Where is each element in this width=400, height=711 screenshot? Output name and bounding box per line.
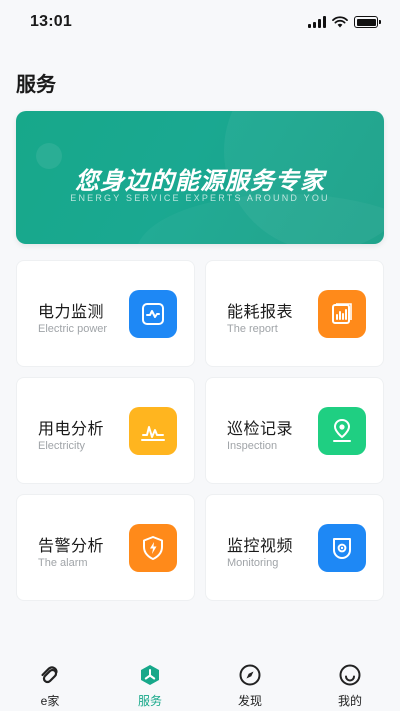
tab-bar: e家 服务 发现 我的 bbox=[0, 655, 400, 711]
service-subtitle: The report bbox=[227, 323, 278, 335]
service-subtitle: The alarm bbox=[38, 557, 88, 569]
status-icons bbox=[308, 16, 381, 28]
service-subtitle: Inspection bbox=[227, 440, 278, 452]
location-pin-icon bbox=[318, 407, 366, 455]
banner[interactable]: 您身边的能源服务专家 ENERGY SERVICE EXPERTS AROUND… bbox=[16, 111, 384, 244]
status-bar: 13:01 bbox=[0, 0, 400, 44]
monitor-wave-icon bbox=[129, 290, 177, 338]
camera-icon bbox=[318, 524, 366, 572]
tab-home[interactable]: e家 bbox=[0, 655, 100, 709]
service-title: 监控视频 bbox=[227, 538, 294, 555]
service-subtitle: Electricity bbox=[38, 440, 86, 452]
service-title: 巡检记录 bbox=[227, 421, 294, 438]
service-card-alarm[interactable]: 告警分析 The alarm bbox=[16, 494, 195, 601]
home-link-icon bbox=[38, 663, 62, 687]
service-title: 告警分析 bbox=[38, 538, 105, 555]
banner-title: 您身边的能源服务专家 bbox=[75, 168, 325, 195]
tab-service[interactable]: 服务 bbox=[100, 655, 200, 709]
service-title: 能耗报表 bbox=[227, 304, 294, 321]
banner-subtitle: ENERGY SERVICE EXPERTS AROUND YOU bbox=[70, 193, 330, 203]
page-title: 服务 bbox=[16, 74, 56, 96]
tab-label: 服务 bbox=[137, 694, 162, 708]
analysis-chart-icon bbox=[129, 407, 177, 455]
service-hex-icon bbox=[138, 663, 162, 687]
report-chart-icon bbox=[318, 290, 366, 338]
tab-label: 发现 bbox=[237, 694, 262, 708]
shield-lightning-icon bbox=[129, 524, 177, 572]
tab-discover[interactable]: 发现 bbox=[200, 655, 300, 709]
tab-mine[interactable]: 我的 bbox=[300, 655, 400, 709]
service-subtitle: Electric power bbox=[38, 323, 108, 335]
wifi-icon bbox=[332, 16, 348, 28]
tab-label: e家 bbox=[40, 694, 60, 708]
service-card-inspection[interactable]: 巡检记录 Inspection bbox=[205, 377, 384, 484]
service-title: 电力监测 bbox=[38, 304, 105, 321]
service-card-monitoring[interactable]: 监控视频 Monitoring bbox=[205, 494, 384, 601]
service-card-electricity[interactable]: 用电分析 Electricity bbox=[16, 377, 195, 484]
service-card-electric-power[interactable]: 电力监测 Electric power bbox=[16, 260, 195, 367]
service-subtitle: Monitoring bbox=[227, 557, 279, 569]
signal-icon bbox=[308, 16, 326, 28]
tab-label: 我的 bbox=[337, 694, 362, 708]
service-card-report[interactable]: 能耗报表 The report bbox=[205, 260, 384, 367]
service-title: 用电分析 bbox=[38, 421, 105, 438]
status-time: 13:01 bbox=[30, 13, 72, 30]
profile-smile-icon bbox=[338, 663, 362, 687]
battery-icon bbox=[354, 16, 381, 28]
compass-icon bbox=[238, 663, 262, 687]
